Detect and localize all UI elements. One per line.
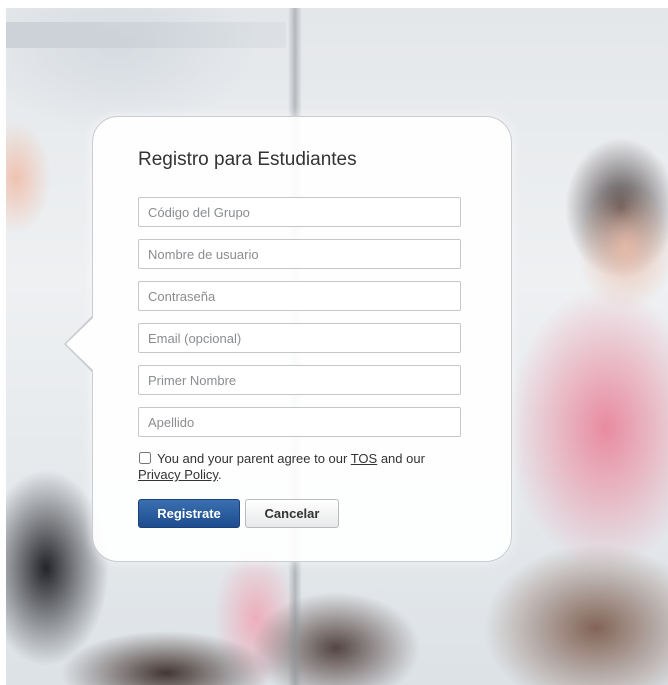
tos-link[interactable]: TOS [351, 451, 378, 466]
first-name-input[interactable] [138, 365, 461, 395]
privacy-policy-link[interactable]: Privacy Policy [138, 467, 218, 482]
email-input[interactable] [138, 323, 461, 353]
terms-text-middle: and our [377, 451, 425, 466]
terms-text-after: . [217, 467, 222, 482]
username-input[interactable] [138, 239, 461, 269]
background-shelf [6, 22, 286, 48]
terms-text-before: You and your parent agree to our [157, 451, 351, 466]
register-button[interactable]: Registrate [138, 499, 240, 528]
page-background: Registro para Estudiantes You and your p… [6, 8, 668, 685]
group-code-input[interactable] [138, 197, 461, 227]
terms-checkbox[interactable] [139, 452, 151, 464]
registration-card: Registro para Estudiantes You and your p… [64, 116, 512, 562]
card-pointer-fill [66, 317, 94, 371]
form-title: Registro para Estudiantes [138, 149, 357, 170]
cancel-button[interactable]: Cancelar [245, 499, 339, 528]
password-input[interactable] [138, 281, 461, 311]
last-name-input[interactable] [138, 407, 461, 437]
terms-agreement: You and your parent agree to our TOS and… [138, 451, 468, 483]
